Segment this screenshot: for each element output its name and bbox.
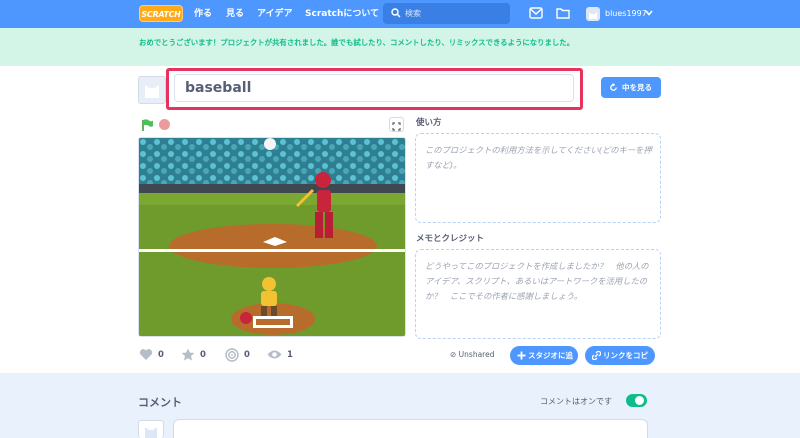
avatar[interactable] — [586, 7, 600, 21]
comment-avatar — [138, 420, 164, 438]
eye-icon — [267, 350, 282, 359]
notes-field[interactable]: どうやってこのプロジェクトを作成しましたか？ 他の人のアイデア、スクリプト、ある… — [415, 249, 661, 339]
notes-label: メモとクレジット — [416, 234, 485, 244]
share-status: ⊘ Unshared — [450, 350, 495, 359]
search-input[interactable]: 検索 — [383, 3, 510, 24]
plus-icon — [517, 351, 526, 360]
banner-message: おめでとうございます！プロジェクトが共有されました。誰でも試したり、コメントした… — [139, 38, 575, 47]
nav-create[interactable]: 作る — [194, 0, 212, 28]
fullscreen-icon[interactable] — [389, 117, 404, 132]
remix-count: 0 — [244, 350, 250, 360]
see-inside-button[interactable]: 中を見る — [601, 77, 661, 98]
copy-link-button[interactable]: リンクをコピー — [585, 346, 655, 379]
rotate-icon — [610, 83, 617, 91]
heart-icon[interactable] — [139, 348, 153, 361]
toggle-knob — [635, 396, 644, 405]
favorite-count: 0 — [200, 350, 206, 360]
project-owner-avatar[interactable] — [138, 76, 166, 104]
instructions-label: 使い方 — [416, 118, 442, 128]
comments-toggle[interactable] — [626, 394, 647, 407]
envelope-icon[interactable] — [529, 7, 543, 19]
comments-status: コメントはオンです — [540, 397, 612, 406]
view-count: 1 — [287, 350, 293, 360]
folder-icon[interactable] — [556, 7, 570, 19]
search-icon — [391, 8, 401, 18]
notes-placeholder: どうやってこのプロジェクトを作成しましたか？ 他の人のアイデア、スクリプト、ある… — [425, 261, 649, 301]
nav-about[interactable]: Scratchについて — [305, 0, 379, 28]
love-count: 0 — [158, 350, 164, 360]
nav-ideas[interactable]: アイデア — [257, 0, 293, 28]
chevron-down-icon[interactable] — [645, 10, 653, 16]
top-nav: SCRATCH 作る 見る アイデア Scratchについて 検索 blues1… — [0, 0, 800, 28]
username[interactable]: blues1997 — [605, 0, 647, 28]
stage-artwork — [139, 138, 405, 336]
project-stage[interactable] — [138, 137, 406, 337]
instructions-field[interactable]: このプロジェクトの利用方法を示してください(どのキーを押すなど)。 — [415, 133, 661, 223]
add-to-studio-button[interactable]: スタジオに追加 — [510, 346, 578, 379]
nav-explore[interactable]: 見る — [226, 0, 244, 28]
instructions-placeholder: このプロジェクトの利用方法を示してください(どのキーを押すなど)。 — [425, 145, 652, 170]
green-flag-icon[interactable] — [141, 119, 154, 131]
link-icon — [592, 351, 601, 360]
comments-title: コメント — [138, 396, 182, 409]
star-icon[interactable] — [181, 348, 195, 361]
search-placeholder: 検索 — [405, 9, 421, 18]
remix-icon — [225, 348, 239, 362]
share-status-label: Unshared — [458, 350, 495, 359]
comment-input[interactable] — [173, 419, 648, 438]
title-highlight-frame — [166, 68, 583, 110]
share-banner: おめでとうございます！プロジェクトが共有されました。誰でも試したり、コメントした… — [0, 28, 800, 66]
stop-icon[interactable] — [159, 119, 170, 130]
scratch-logo[interactable]: SCRATCH — [139, 5, 183, 22]
